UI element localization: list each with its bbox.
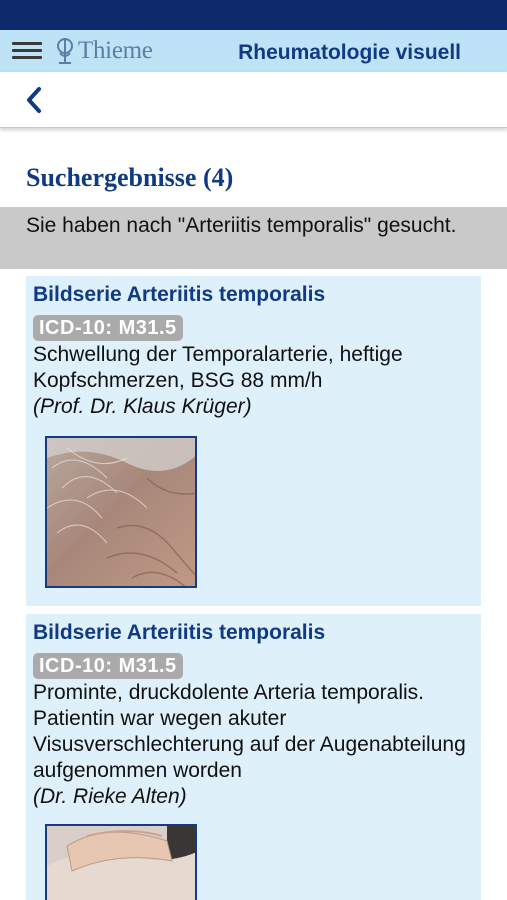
page-title: Suchergebnisse (4) <box>26 163 234 192</box>
result-author: (Prof. Dr. Klaus Krüger) <box>33 395 252 418</box>
result-description: Prominte, druckdolente Arteria temporali… <box>33 681 466 782</box>
chevron-left-icon <box>27 87 41 113</box>
app-title: Rheumatologie visuell <box>238 41 461 64</box>
hamburger-menu-icon[interactable] <box>12 42 42 60</box>
search-result-card[interactable]: Bildserie Arteriitis temporalis ICD-10: … <box>26 276 481 606</box>
icd-badge: ICD-10: M31.5 <box>33 653 183 679</box>
back-button[interactable] <box>20 82 48 118</box>
search-result-card[interactable]: Bildserie Arteriitis temporalis ICD-10: … <box>26 614 481 900</box>
result-author: (Dr. Rieke Alten) <box>33 785 187 808</box>
status-bar <box>0 0 507 30</box>
navigation-bar <box>0 72 507 128</box>
icd-badge: ICD-10: M31.5 <box>33 315 183 341</box>
brand-name: Thieme <box>78 37 153 64</box>
thieme-logo: Thieme <box>54 36 153 66</box>
search-query-banner: Sie haben nach "Arteriitis temporalis" g… <box>0 207 507 269</box>
app-header: Thieme Rheumatologie visuell <box>0 30 507 72</box>
result-thumbnail-image[interactable] <box>45 436 197 588</box>
result-description: Schwellung der Temporalarterie, heftige … <box>33 343 403 392</box>
thieme-emblem-icon <box>57 38 73 64</box>
result-title[interactable]: Bildserie Arteriitis temporalis <box>33 282 481 308</box>
result-thumbnail-image[interactable] <box>45 824 197 900</box>
result-title[interactable]: Bildserie Arteriitis temporalis <box>33 620 481 646</box>
